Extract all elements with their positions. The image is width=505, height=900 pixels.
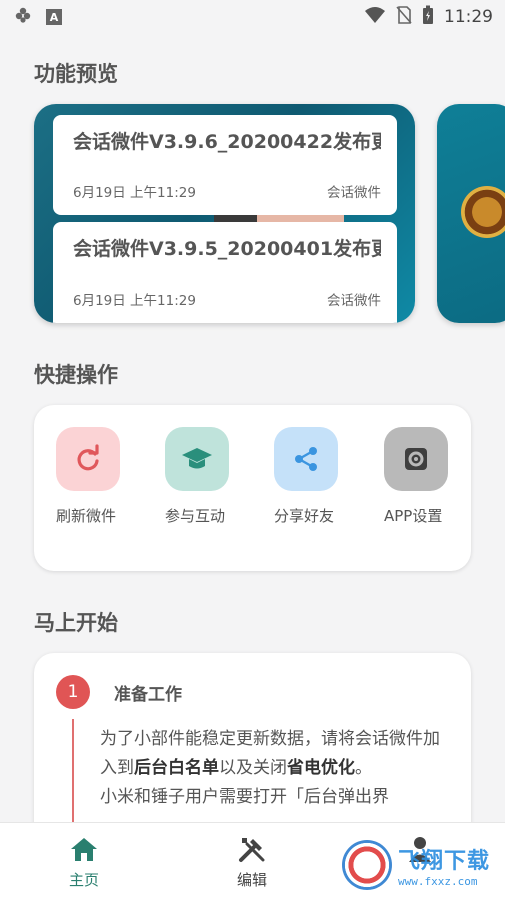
flower-icon bbox=[14, 6, 32, 28]
app-settings-button[interactable]: APP设置 bbox=[384, 427, 474, 526]
quick-actions-card: 刷新微件 参与互动 分享好友 APP设置 bbox=[34, 405, 471, 571]
share-button[interactable]: 分享好友 bbox=[274, 427, 364, 526]
news-item[interactable]: 会话微件V3.9.6_20200422发布更 6月19日 上午11:29 会话微… bbox=[53, 115, 397, 215]
refresh-widget-button[interactable]: 刷新微件 bbox=[56, 427, 146, 526]
nav-home-label: 主页 bbox=[68, 871, 99, 889]
watermark-url: www.fxxz.com bbox=[398, 874, 478, 888]
watermark-logo bbox=[342, 840, 392, 890]
news-item[interactable]: 会话微件V3.9.5_20200401发布更 6月19日 上午11:29 会话微… bbox=[53, 222, 397, 323]
battery-charging-icon bbox=[422, 5, 434, 29]
preview-section-title: 功能预览 bbox=[34, 62, 118, 86]
start-section-title: 马上开始 bbox=[34, 611, 118, 635]
no-sim-icon bbox=[396, 6, 412, 28]
preview-card-next[interactable] bbox=[437, 104, 505, 323]
news-source: 会话微件 bbox=[327, 293, 381, 309]
action-label: 分享好友 bbox=[274, 507, 335, 525]
step-description: 为了小部件能稳定更新数据，请将会话微件加入到后台白名单以及关闭省电优化。 小米和… bbox=[100, 729, 440, 807]
a-box-icon: A bbox=[46, 9, 62, 25]
action-label: 刷新微件 bbox=[56, 507, 117, 525]
refresh-icon[interactable] bbox=[56, 427, 120, 491]
avatar bbox=[461, 186, 505, 238]
nav-edit-label: 编辑 bbox=[236, 871, 267, 889]
graduation-cap-icon[interactable] bbox=[165, 427, 229, 491]
watermark: 飞翔下载 www.fxxz.com bbox=[342, 836, 502, 894]
clock: 11:29 bbox=[444, 7, 493, 27]
news-date: 6月19日 上午11:29 bbox=[73, 185, 196, 201]
nav-edit-tab[interactable]: 编辑 bbox=[212, 833, 292, 890]
home-icon bbox=[44, 833, 124, 865]
action-label: 参与互动 bbox=[165, 507, 226, 525]
wifi-icon bbox=[364, 6, 386, 28]
quick-actions-title: 快捷操作 bbox=[34, 363, 118, 387]
step-number-badge: 1 bbox=[56, 675, 90, 709]
news-source: 会话微件 bbox=[327, 185, 381, 201]
share-icon[interactable] bbox=[274, 427, 338, 491]
settings-icon[interactable] bbox=[384, 427, 448, 491]
watermark-title: 飞翔下载 bbox=[398, 848, 491, 874]
interact-button[interactable]: 参与互动 bbox=[165, 427, 255, 526]
preview-card[interactable]: 会话微件V3.9.6_20200422发布更 6月19日 上午11:29 会话微… bbox=[34, 104, 415, 323]
news-title: 会话微件V3.9.6_20200422发布更 bbox=[73, 131, 381, 153]
step-title: 准备工作 bbox=[114, 685, 182, 705]
tools-icon bbox=[212, 833, 292, 865]
news-date: 6月19日 上午11:29 bbox=[73, 293, 196, 309]
news-title: 会话微件V3.9.5_20200401发布更 bbox=[73, 238, 381, 260]
status-bar: A 11:29 bbox=[0, 0, 505, 34]
nav-home-tab[interactable]: 主页 bbox=[44, 833, 124, 890]
action-label: APP设置 bbox=[384, 507, 443, 525]
